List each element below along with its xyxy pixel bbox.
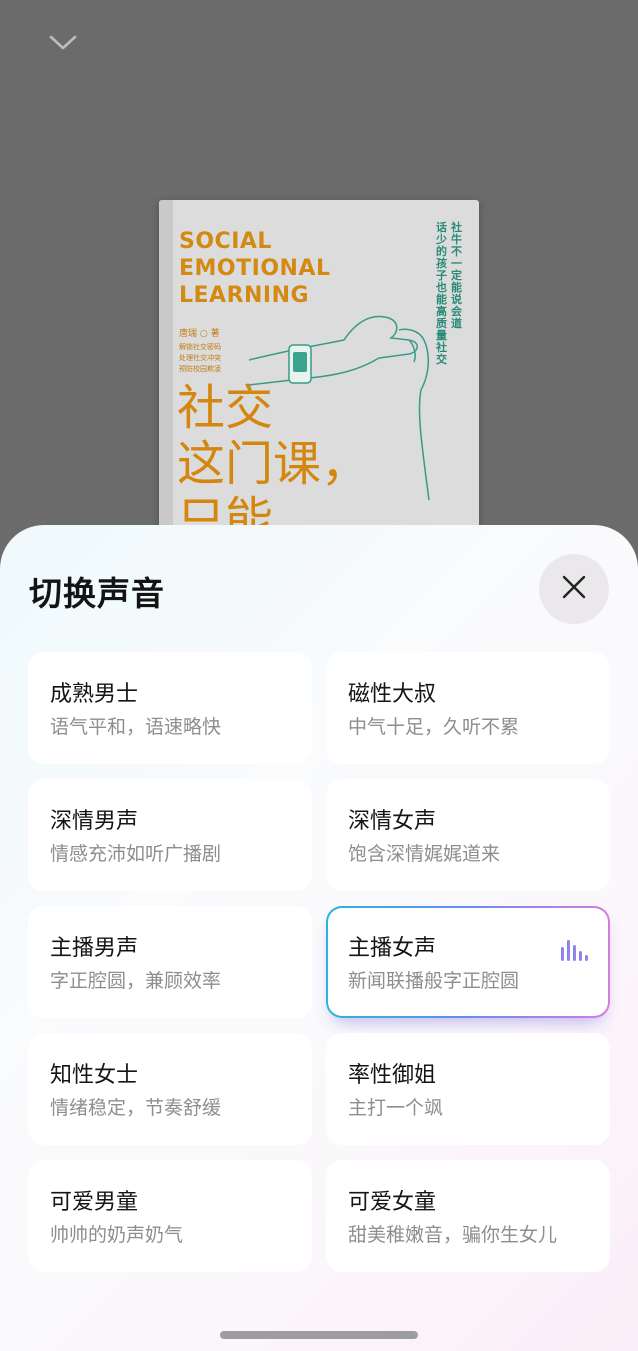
voice-name: 可爱女童 — [348, 1190, 437, 1215]
voice-desc: 饱含深情娓娓道来 — [348, 843, 501, 865]
voice-name: 深情女声 — [348, 809, 437, 834]
close-icon — [561, 574, 587, 604]
voice-desc: 帅帅的奶声奶气 — [50, 1224, 184, 1246]
book-title-en: SOCIAL EMOTIONAL LEARNING — [179, 229, 331, 308]
voice-option-intellectual-female[interactable]: 知性女士 情绪稳定，节奏舒缓 — [28, 1033, 312, 1145]
book-subtitle: 解锁社交密码 处理社交冲突 预防校园欺凌 — [179, 343, 221, 373]
voice-name: 磁性大叔 — [348, 682, 437, 707]
voice-name: 主播女声 — [348, 936, 437, 961]
book-illustration — [249, 315, 430, 501]
voice-name: 可爱男童 — [50, 1190, 139, 1215]
close-button[interactable] — [539, 554, 609, 624]
voice-option-cute-girl[interactable]: 可爱女童 甜美稚嫩音，骗你生女儿 — [326, 1160, 610, 1272]
home-indicator[interactable] — [220, 1331, 418, 1339]
voice-desc: 情感充沛如听广播剧 — [50, 843, 222, 865]
voice-desc: 语气平和，语速略快 — [50, 716, 222, 738]
voice-desc: 中气十足，久听不累 — [348, 716, 520, 738]
voice-switch-sheet: 切换声音 成熟男士 语气平和，语速略快 磁性大叔 中气十足，久听不累 深情男声 … — [0, 525, 638, 1351]
voice-name: 知性女士 — [50, 1063, 139, 1088]
voice-name: 率性御姐 — [348, 1063, 437, 1088]
voice-desc: 主打一个飒 — [348, 1097, 444, 1119]
chevron-down-icon — [48, 34, 78, 56]
voice-name: 深情男声 — [50, 809, 139, 834]
voice-option-affectionate-male[interactable]: 深情男声 情感充沛如听广播剧 — [28, 779, 312, 891]
voice-desc: 字正腔圆，兼顾效率 — [50, 970, 222, 992]
book-author: 唐瑞 ○ 著 — [179, 329, 220, 339]
voice-option-affectionate-female[interactable]: 深情女声 饱含深情娓娓道来 — [326, 779, 610, 891]
sound-wave-icon — [560, 938, 588, 966]
collapse-button[interactable] — [46, 30, 80, 60]
sheet-title: 切换声音 — [29, 574, 165, 613]
voice-desc: 情绪稳定，节奏舒缓 — [50, 1097, 222, 1119]
voice-option-anchor-male[interactable]: 主播男声 字正腔圆，兼顾效率 — [28, 906, 312, 1018]
voice-desc: 新闻联播般字正腔圆 — [348, 970, 520, 992]
voice-desc: 甜美稚嫩音，骗你生女儿 — [348, 1224, 558, 1246]
voice-option-magnetic-uncle[interactable]: 磁性大叔 中气十足，久听不累 — [326, 652, 610, 764]
voice-name: 成熟男士 — [50, 682, 139, 707]
voice-option-anchor-female[interactable]: 主播女声 新闻联播般字正腔圆 — [326, 906, 610, 1018]
voice-option-bold-lady[interactable]: 率性御姐 主打一个飒 — [326, 1033, 610, 1145]
voice-option-mature-male[interactable]: 成熟男士 语气平和，语速略快 — [28, 652, 312, 764]
voice-option-cute-boy[interactable]: 可爱男童 帅帅的奶声奶气 — [28, 1160, 312, 1272]
voice-name: 主播男声 — [50, 936, 139, 961]
book-tagline-1: 社牛不一定能说会道 — [451, 221, 462, 330]
